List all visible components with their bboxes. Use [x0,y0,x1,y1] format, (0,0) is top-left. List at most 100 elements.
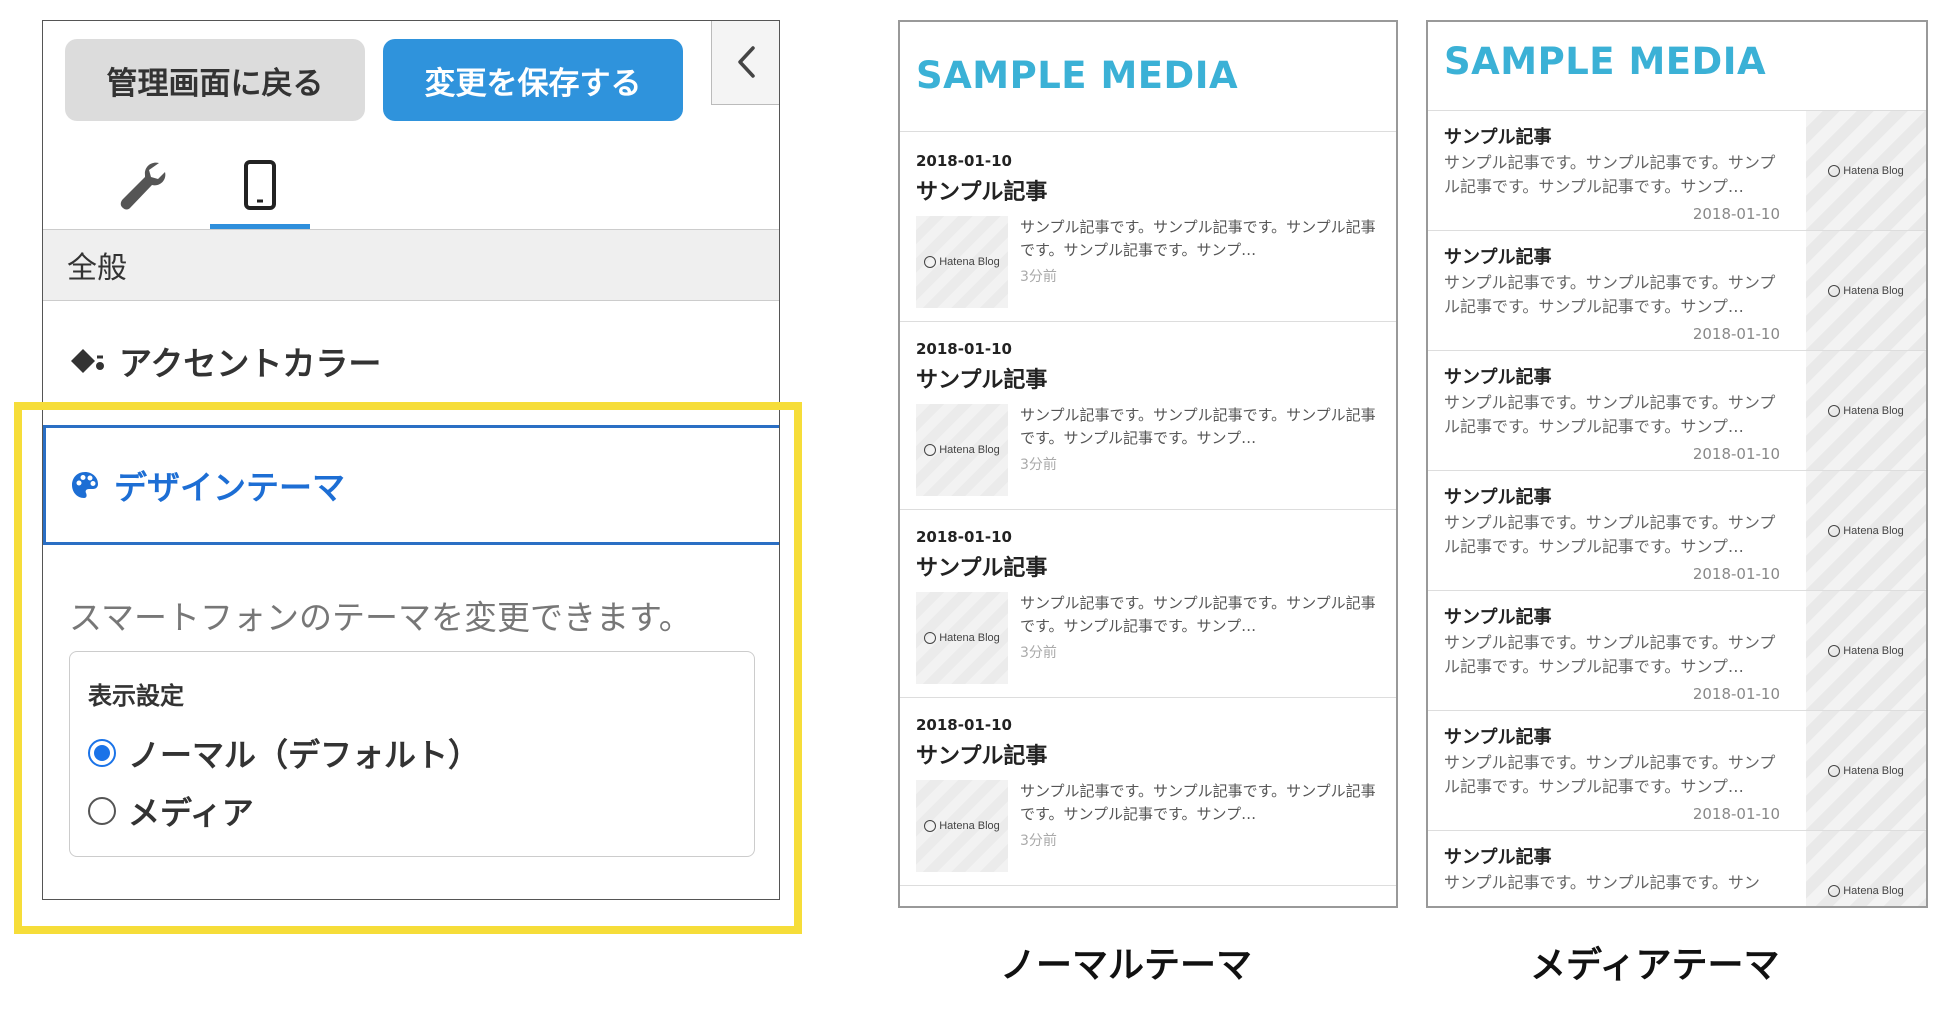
article-excerpt: サンプル記事です。サンプル記事です。サンプル記事です。サンプル記事です。サンプ… [1444,153,1776,196]
article-excerpt: サンプル記事です。サンプル記事です。サンプル記事です。サンプル記事です。サンプ… [1444,513,1776,556]
article-title: サンプル記事 [1444,607,1552,628]
article-excerpt: サンプル記事です。サンプル記事です。サンプル記事です。サンプル記事です。サンプ… [1444,753,1776,796]
article-title: サンプル記事 [1444,247,1552,268]
hatena-blog-logo: Hatena Blog [1828,165,1904,177]
article-item[interactable]: 2018-01-10 サンプル記事 Hatena Blog サンプル記事です。サンプル… [900,134,1396,322]
hatena-logo-icon [1828,285,1841,297]
hatena-blog-logo: Hatena Blog [1828,525,1904,537]
tab-smartphone[interactable] [210,141,310,229]
theme-description: スマートフォンのテーマを変更できます。 [69,598,692,637]
article-item[interactable]: サンプル記事サンプル記事です。サンプル記事です。サンプル記事です。サンプル記事で… [1428,710,1926,831]
article-item[interactable]: 2018-01-10 サンプル記事 Hatena Blog サンプル記事です。サンプル… [900,698,1396,886]
article-thumbnail: Hatena Blog [1806,711,1926,831]
article-item[interactable]: サンプル記事 サンプル記事です。サンプル記事です。サンプル記事です。サンプル記事で… [1428,350,1926,471]
normal-theme-preview: SAMPLE MEDIA 2018-01-10 サンプル記事 Hatena Blog… [898,20,1398,908]
article-item[interactable]: 2018-01-10 サンプル記事 Hatena Blog サンプル記事です。サンプル… [900,510,1396,698]
hatena-blog-logo: Hatena Blog [924,632,1000,644]
hatena-logo-icon [1828,885,1841,897]
hatena-logo-icon [1828,765,1841,777]
article-title: サンプル記事 [1444,727,1552,748]
article-time-ago: 3分前 [1020,645,1057,661]
design-theme-label: デザインテーマ [114,468,345,507]
article-date: 2018-01-10 [916,340,1012,358]
article-thumbnail: Hatena Blog [1806,351,1926,471]
article-item[interactable]: サンプル記事 サンプル記事です。サンプル記事です。サンプル記事です。サンプル記事で… [1428,470,1926,591]
preview-header: SAMPLE MEDIA [1428,22,1926,112]
article-excerpt: サンプル記事です。サンプル記事です。サン [1444,873,1760,892]
article-date: 2018-01-10 [1692,805,1780,823]
radio-normal-default[interactable]: ノーマル（デフォルト） [88,730,480,776]
hatena-logo-icon [1828,645,1841,657]
hatena-logo-icon [924,444,937,456]
save-changes-button[interactable]: 変更を保存する [383,39,683,121]
article-title: サンプル記事 [1444,127,1552,148]
article-excerpt: サンプル記事です。サンプル記事です。サンプル記事です。サンプル記事です。サンプ… [1444,273,1776,316]
normal-theme-caption: ノーマルテーマ [1000,945,1253,986]
article-date: 2018-01-10 [916,528,1012,546]
article-thumbnail: Hatena Blog [916,216,1008,308]
article-thumbnail: Hatena Blog [1806,111,1926,231]
article-item[interactable]: サンプル記事サンプル記事です。サンプル記事です。サンプル記事です。サンプル記事で… [1428,110,1926,231]
article-time-ago: 3分前 [1020,269,1057,285]
blog-title: SAMPLE MEDIA [916,54,1239,97]
wrench-icon [120,162,166,210]
article-item[interactable]: 2018-01-10 サンプル記事 Hatena Blog サンプル記事です。サンプル… [900,322,1396,510]
blog-title: SAMPLE MEDIA [1444,40,1767,83]
article-date: 2018-01-10 [1692,205,1780,223]
hatena-logo-icon [924,632,937,644]
article-thumbnail: Hatena Blog [916,592,1008,684]
back-to-admin-button[interactable]: 管理画面に戻る [65,39,365,121]
article-excerpt: サンプル記事です。サンプル記事です。サンプル記事です。サンプル記事です。サンプ… [1444,633,1776,676]
article-time-ago: 3分前 [1020,457,1057,473]
article-title: サンプル記事 [916,368,1048,393]
smartphone-icon [244,160,276,210]
display-settings-box: 表示設定 ノーマル（デフォルト） メディア [69,651,755,857]
article-date: 2018-01-10 [1692,685,1780,703]
radio-selected-icon [88,739,116,767]
design-theme-item[interactable]: デザインテーマ [43,425,779,545]
article-excerpt: サンプル記事です。サンプル記事です。サンプル記事です。サンプル記事です。サンプ… [1020,406,1376,447]
hatena-logo-icon [1828,525,1841,537]
tab-tools[interactable] [93,141,193,229]
article-time-ago: 3分前 [1020,833,1057,849]
media-theme-caption: メディアテーマ [1530,945,1780,986]
article-item[interactable]: サンプル記事サンプル記事です。サンプル記事です。サンプル記事です。サンプル記事で… [1428,230,1926,351]
display-settings-title: 表示設定 [88,682,184,710]
article-date: 2018-01-10 [916,716,1012,734]
article-thumbnail: Hatena Blog [916,404,1008,496]
article-excerpt: サンプル記事です。サンプル記事です。サンプル記事です。サンプル記事です。サンプ… [1020,782,1376,823]
settings-tabs [43,141,779,229]
hatena-blog-logo: Hatena Blog [924,444,1000,456]
article-title: サンプル記事 [916,180,1048,205]
palette-icon [72,472,98,498]
article-item[interactable]: サンプル記事サンプル記事です。サンプル記事です。サン Hatena Blog [1428,830,1926,906]
radio-media-label: メディア [128,794,254,832]
article-title: サンプル記事 [916,744,1048,769]
hatena-blog-logo: Hatena Blog [1828,405,1904,417]
article-item[interactable]: サンプル記事サンプル記事です。サンプル記事です。サンプル記事です。サンプル記事で… [1428,590,1926,711]
hatena-blog-logo: Hatena Blog [1828,285,1904,297]
hatena-blog-logo: Hatena Blog [1828,645,1904,657]
hatena-blog-logo: Hatena Blog [1828,765,1904,777]
article-title: サンプル記事 [1444,847,1552,868]
article-thumbnail: Hatena Blog [916,780,1008,872]
article-date: 2018-01-10 [1692,565,1780,583]
accent-color-label: アクセントカラー [119,344,382,383]
settings-panel: 管理画面に戻る 変更を保存する 全般 アクセントカラー デザインテーマ スマート… [42,20,780,900]
hatena-blog-logo: Hatena Blog [924,256,1000,268]
article-thumbnail: Hatena Blog [1806,831,1926,906]
article-thumbnail: Hatena Blog [1806,231,1926,351]
chevron-left-icon [738,46,755,78]
hatena-logo-icon [1828,165,1841,177]
collapse-panel-button[interactable] [711,21,779,105]
hatena-logo-icon [924,256,937,268]
article-excerpt: サンプル記事です。サンプル記事です。サンプル記事です。サンプル記事です。サンプ… [1020,218,1376,259]
accent-color-item[interactable]: アクセントカラー [43,321,779,401]
radio-media[interactable]: メディア [88,788,254,834]
section-general: 全般 [43,229,779,301]
hatena-logo-icon [924,820,937,832]
article-date: 2018-01-10 [916,152,1012,170]
paint-bucket-icon [71,349,104,373]
preview-header: SAMPLE MEDIA [900,22,1396,132]
article-date: 2018-01-10 [1692,325,1780,343]
